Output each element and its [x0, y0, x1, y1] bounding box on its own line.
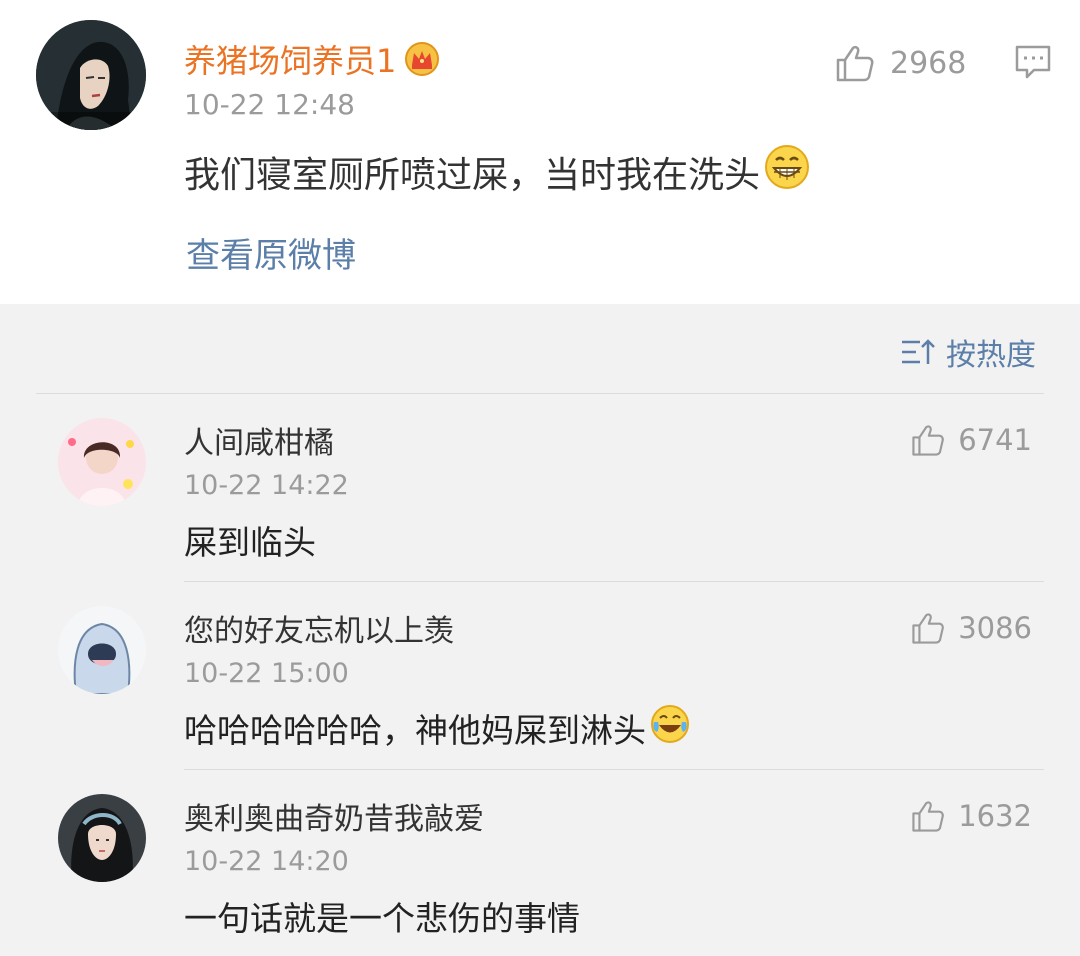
- main-post-like-button[interactable]: 2968: [834, 42, 966, 84]
- comment-timestamp: 10-22 14:20: [184, 846, 349, 877]
- comment-text-content: 哈哈哈哈哈哈，神他妈屎到淋头: [184, 711, 646, 750]
- comment-item: 奥利奥曲奇奶昔我敲爱 10-22 14:20 一句话就是一个悲伤的事情 1632: [0, 772, 1080, 956]
- comment-text-content: 屎到临头: [184, 523, 316, 562]
- main-post-username[interactable]: 养猪场饲养员1: [184, 36, 440, 82]
- commenter-avatar[interactable]: [58, 794, 146, 882]
- thumbs-up-icon: [912, 613, 945, 644]
- comment-text: 屎到临头: [184, 516, 316, 564]
- main-post-text-content: 我们寝室厕所喷过屎，当时我在洗头: [184, 154, 761, 196]
- comment-like-button[interactable]: 3086: [910, 610, 1032, 646]
- main-post-text: 我们寝室厕所喷过屎，当时我在洗头: [184, 144, 810, 199]
- main-post: 养猪场饲养员1 10-22 12:48 我们寝室厕所喷过屎，当时我在洗头 查看原…: [0, 0, 1080, 304]
- sort-label[interactable]: 按热度: [946, 330, 1036, 374]
- comment-icon[interactable]: [1014, 44, 1052, 84]
- divider: [184, 581, 1044, 582]
- main-post-avatar[interactable]: [36, 20, 146, 130]
- commenter-avatar[interactable]: [58, 418, 146, 506]
- comment-like-button[interactable]: 1632: [910, 798, 1032, 834]
- comment-timestamp: 10-22 14:22: [184, 470, 349, 501]
- view-original-link[interactable]: 查看原微博: [186, 228, 356, 277]
- comment-item: 您的好友忘机以上羡 10-22 15:00 哈哈哈哈哈哈，神他妈屎到淋头 308…: [0, 584, 1080, 770]
- comment-item: 人间咸柑橘 10-22 14:22 屎到临头 6741: [0, 396, 1080, 582]
- grin-emoji: [764, 144, 810, 199]
- thumbs-up-icon: [836, 45, 874, 82]
- divider: [36, 393, 1044, 394]
- crown-icon: [404, 41, 440, 77]
- thumbs-up-icon: [912, 425, 945, 456]
- main-post-timestamp: 10-22 12:48: [184, 88, 355, 121]
- thumbs-up-icon: [912, 801, 945, 832]
- sort-by-hot-button[interactable]: 按热度: [900, 330, 1036, 374]
- commenter-username[interactable]: 您的好友忘机以上羡: [184, 606, 454, 650]
- comment-text: 哈哈哈哈哈哈，神他妈屎到淋头: [184, 704, 690, 752]
- comment-like-count: 1632: [958, 799, 1032, 833]
- commenter-avatar[interactable]: [58, 606, 146, 694]
- main-post-like-count: 2968: [890, 45, 967, 81]
- commenter-username[interactable]: 奥利奥曲奇奶昔我敲爱: [184, 794, 484, 838]
- commenter-username[interactable]: 人间咸柑橘: [184, 418, 334, 462]
- comment-like-button[interactable]: 6741: [910, 422, 1032, 458]
- comment-text: 一句话就是一个悲伤的事情: [184, 892, 580, 940]
- comment-timestamp: 10-22 15:00: [184, 658, 349, 689]
- laugh-cry-emoji: [650, 704, 690, 752]
- sort-icon: [902, 339, 935, 364]
- main-post-username-text[interactable]: 养猪场饲养员1: [184, 36, 396, 82]
- comment-text-content: 一句话就是一个悲伤的事情: [184, 899, 580, 938]
- comment-like-count: 3086: [958, 611, 1032, 645]
- comment-like-count: 6741: [958, 423, 1032, 457]
- divider: [184, 769, 1044, 770]
